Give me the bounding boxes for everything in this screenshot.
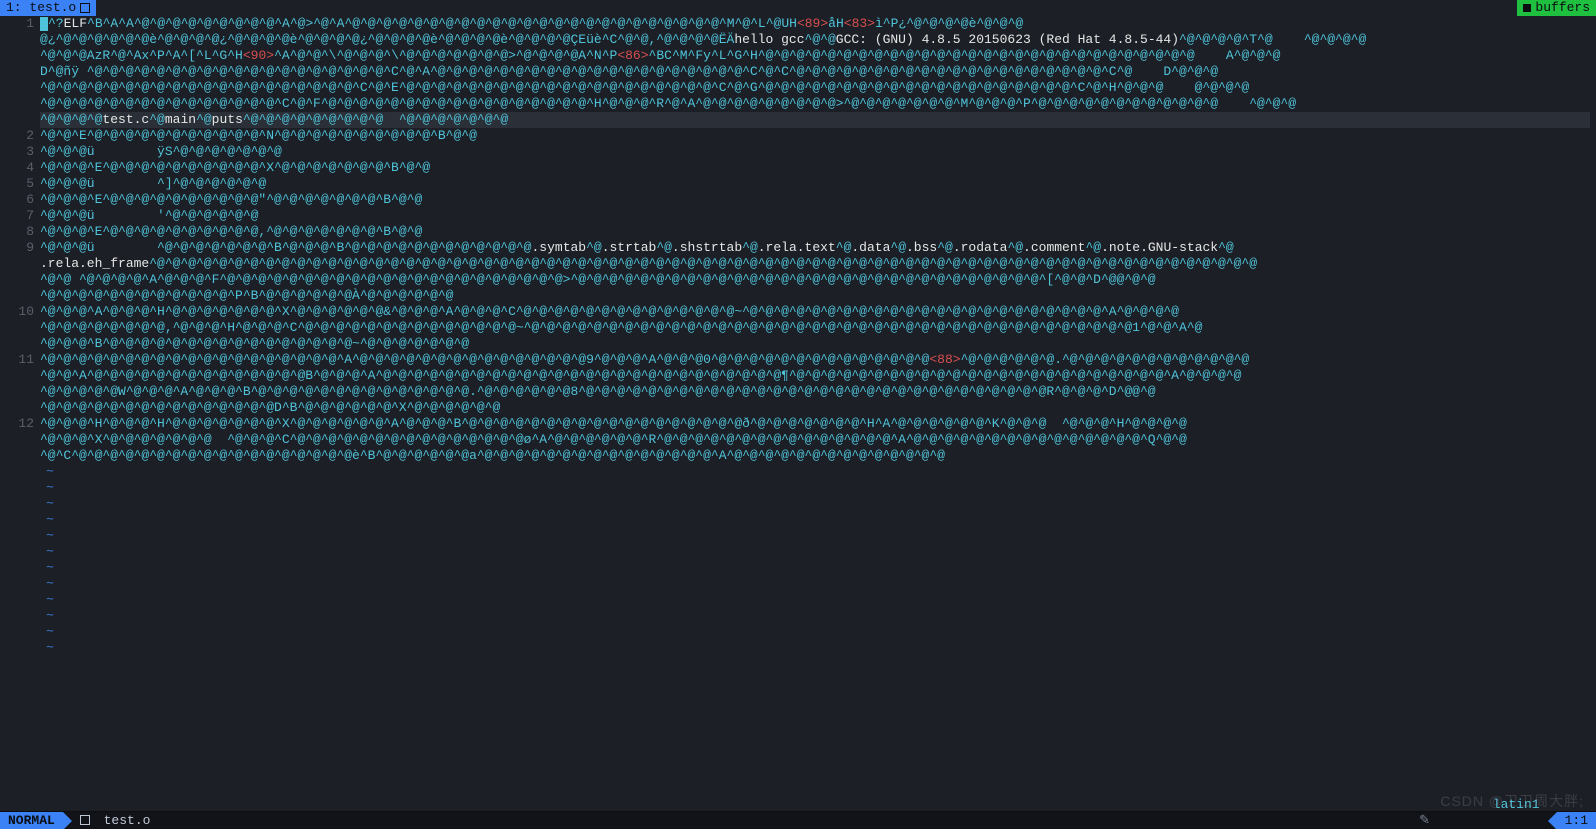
buffers-button[interactable]: buffers bbox=[1517, 0, 1596, 16]
buffer-line[interactable]: ^@^@^@^B^@^@^@^@^@^@^@^@^@^@^@^@^@^@^@^@… bbox=[40, 336, 1590, 352]
buffer-line[interactable]: ^@^@^@^@test.c^@main^@puts^@^@^@^@^@^@^@… bbox=[40, 112, 1590, 128]
line-number: 11 bbox=[0, 352, 34, 368]
tab-bar: 1: test.o buffers bbox=[0, 0, 1596, 16]
empty-line-tilde: ~ bbox=[40, 608, 1590, 624]
editor-root: 1: test.o buffers 1 23456789 10 11 12 ^?… bbox=[0, 0, 1596, 829]
line-number: 1 bbox=[0, 16, 34, 32]
vcs-status: ✎ bbox=[1411, 813, 1438, 829]
buffer-line[interactable]: ^@^C^@^@^@^@^@^@^@^@^@^@^@^@^@^@^@^@^@^@… bbox=[40, 448, 1590, 464]
cursor-position-text: 1:1 bbox=[1565, 813, 1588, 829]
status-line: NORMAL test.o ✎ latin1 ⎇ 1:1 bbox=[0, 811, 1596, 829]
empty-line-tilde: ~ bbox=[40, 576, 1590, 592]
buffers-dot-icon bbox=[1523, 4, 1531, 12]
empty-line-tilde: ~ bbox=[40, 512, 1590, 528]
buffer-line[interactable]: ^@^@^E^@^@^@^@^@^@^@^@^@^@^@^N^@^@^@^@^@… bbox=[40, 128, 1590, 144]
empty-line-tilde: ~ bbox=[40, 528, 1590, 544]
buffer-line[interactable]: ^@^@^@^@^@^@^@^@^@^@^@^@^@^@^@^C^@^F^@^@… bbox=[40, 96, 1590, 112]
buffer-line[interactable]: ^@^@^@^@^@^@^@^@^@^@^@^@^@^@^@^@^@^@^@^@… bbox=[40, 80, 1590, 96]
buffer-line[interactable]: ^@^@^@^@^@W^@^@^@^A^@^@^@^B^@^@^@^@^@^@^… bbox=[40, 384, 1590, 400]
buffer-line[interactable]: D^@ñÿ ^@^@^@^@^@^@^@^@^@^@^@^@^@^@^@^@^@… bbox=[40, 64, 1590, 80]
buffers-label: buffers bbox=[1535, 0, 1590, 16]
status-filename-text: test.o bbox=[104, 813, 151, 828]
tab-filename: test.o bbox=[29, 0, 76, 16]
tab-close-icon[interactable] bbox=[80, 3, 90, 13]
buffer-line[interactable]: ^@^@^@^E^@^@^@^@^@^@^@^@^@^@"^@^@^@^@^@^… bbox=[40, 192, 1590, 208]
empty-line-tilde: ~ bbox=[40, 624, 1590, 640]
cursor bbox=[40, 17, 48, 31]
encoding-text: latin1 bbox=[1493, 797, 1540, 812]
tab-index: 1: bbox=[6, 0, 22, 16]
line-number: 7 bbox=[0, 208, 34, 224]
buffer-line[interactable]: ^@^@^A^@^@^@^@^@^@^@^@^@^@^@^@^@^@B^@^@^… bbox=[40, 368, 1590, 384]
line-number: 6 bbox=[0, 192, 34, 208]
file-icon bbox=[80, 815, 90, 825]
empty-line-tilde: ~ bbox=[40, 592, 1590, 608]
empty-line-tilde: ~ bbox=[40, 480, 1590, 496]
empty-line-tilde: ~ bbox=[40, 496, 1590, 512]
buffer-line[interactable]: ^@^@^@^@^@^@^@^@^@^@^@^@^@^@^@^@^@^@^@^A… bbox=[40, 352, 1590, 368]
line-number: 9 bbox=[0, 240, 34, 256]
buffer-line[interactable]: ^@^@^@ü ^]^@^@^@^@^@^@ bbox=[40, 176, 1590, 192]
buffer-line[interactable]: ^@^@^@^X^@^@^@^@^@^@^@ ^@^@^@^C^@^@^@^@^… bbox=[40, 432, 1590, 448]
line-number: 5 bbox=[0, 176, 34, 192]
empty-line-tilde: ~ bbox=[40, 560, 1590, 576]
buffer-line[interactable]: ^?ELF^B^A^A^@^@^@^@^@^@^@^@^@^A^@>^@^A^@… bbox=[40, 16, 1590, 32]
buffer-line[interactable]: ^@^@^@^E^@^@^@^@^@^@^@^@^@^@,^@^@^@^@^@^… bbox=[40, 224, 1590, 240]
line-number: 12 bbox=[0, 416, 34, 432]
line-number: 8 bbox=[0, 224, 34, 240]
empty-line-tilde: ~ bbox=[40, 544, 1590, 560]
buffer-line[interactable]: ^@^@^@^@^@^@^@^@^@^@^@^@^@^@^@D^B^@^@^@^… bbox=[40, 400, 1590, 416]
separator-icon bbox=[63, 812, 72, 829]
buffer-line[interactable]: ^@^@^@ü ÿS^@^@^@^@^@^@^@ bbox=[40, 144, 1590, 160]
text-area[interactable]: 1 23456789 10 11 12 ^?ELF^B^A^A^@^@^@^@^… bbox=[0, 16, 1596, 811]
mode-indicator: NORMAL bbox=[0, 812, 63, 829]
buffer-line[interactable]: ^@^@^@ü ^@^@^@^@^@^@^@^B^@^@^@^B^@^@^@^@… bbox=[40, 240, 1590, 256]
buffer-line[interactable]: ^@^@^@^E^@^@^@^@^@^@^@^@^@^@^X^@^@^@^@^@… bbox=[40, 160, 1590, 176]
line-number: 4 bbox=[0, 160, 34, 176]
line-number-gutter: 1 23456789 10 11 12 bbox=[0, 16, 40, 811]
cursor-position: 1:1 bbox=[1557, 812, 1596, 829]
buffer-line[interactable]: ^@^@^@AzR^@^Ax^P^A^[^L^G^H<90>^A^@^@^\^@… bbox=[40, 48, 1590, 64]
buffer-line[interactable]: ^@^@^@^H^@^@^@^H^@^@^@^@^@^@^@^X^@^@^@^@… bbox=[40, 416, 1590, 432]
buffer-line[interactable]: .rela.eh_frame^@^@^@^@^@^@^@^@^@^@^@^@^@… bbox=[40, 256, 1590, 272]
line-number: 3 bbox=[0, 144, 34, 160]
encoding-indicator: latin1 ⎇ bbox=[1438, 781, 1548, 829]
buffer-line[interactable]: ^@^@^@^@^@^@^@^@,^@^@^@^H^@^@^@^C^@^@^@^… bbox=[40, 320, 1590, 336]
buffer-line[interactable]: ^@^@^@^A^@^@^@^H^@^@^@^@^@^@^@^X^@^@^@^@… bbox=[40, 304, 1590, 320]
tab-current[interactable]: 1: test.o bbox=[0, 0, 96, 16]
buffer-content[interactable]: ^?ELF^B^A^A^@^@^@^@^@^@^@^@^@^A^@>^@^A^@… bbox=[40, 16, 1596, 811]
buffer-line[interactable]: @¿^@^@^@^@^@^@è^@^@^@^@¿^@^@^@^@è^@^@^@^… bbox=[40, 32, 1590, 48]
buffer-line[interactable]: ^@^@^@^@^@^@^@^@^@^@^@^@^P^B^@^@^@^@^@^@… bbox=[40, 288, 1590, 304]
buffer-line[interactable]: ^@^@ ^@^@^@^@^A^@^@^@^F^@^@^@^@^@^@^@^@^… bbox=[40, 272, 1590, 288]
line-number: 10 bbox=[0, 304, 34, 320]
line-number: 2 bbox=[0, 128, 34, 144]
empty-line-tilde: ~ bbox=[40, 640, 1590, 656]
separator-icon bbox=[1548, 812, 1557, 829]
buffer-line[interactable]: ^@^@^@ü '^@^@^@^@^@^@ bbox=[40, 208, 1590, 224]
status-filename: test.o bbox=[72, 813, 159, 829]
empty-line-tilde: ~ bbox=[40, 464, 1590, 480]
